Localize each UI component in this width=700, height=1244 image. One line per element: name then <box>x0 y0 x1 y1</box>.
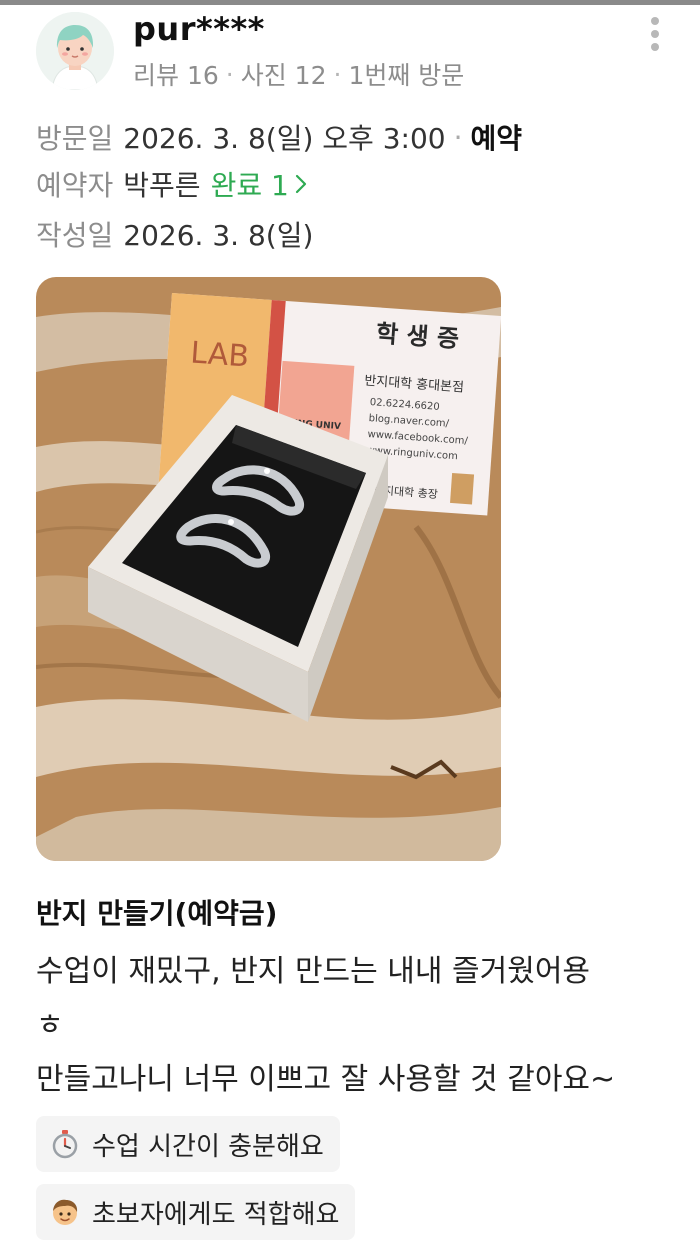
review-line: 수업이 재밌구, 반지 만드는 내내 즐거웠어용 <box>36 954 591 989</box>
visit-type: 예약 <box>470 122 523 155</box>
separator-dot: · <box>333 59 342 89</box>
review-line: ㅎ <box>36 1008 64 1043</box>
visit-date-label: 방문일 <box>36 122 114 155</box>
card-title: 학 생 증 <box>375 319 460 353</box>
tag-label: 초보자에게도 적합해요 <box>92 1199 340 1230</box>
more-dot-icon <box>651 43 659 51</box>
avatar[interactable] <box>36 12 114 90</box>
written-date-row: 작성일 2026. 3. 8(일) <box>36 214 313 254</box>
keyword-tag: 초보자에게도 적합해요 <box>36 1184 356 1240</box>
review-count: 리뷰 16 <box>133 61 219 90</box>
user-stats: 리뷰 16 · 사진 12 · 1번째 방문 <box>133 56 464 92</box>
reserver-row: 예약자 박푸른 완료 1 <box>36 164 307 204</box>
boy-face-icon <box>53 1199 78 1225</box>
reserver-name: 박푸른 <box>123 169 201 202</box>
avatar-character-icon <box>36 12 114 90</box>
written-date-value: 2026. 3. 8(일) <box>123 219 314 252</box>
reservation-status-link[interactable]: 완료 1 <box>211 164 307 204</box>
reservation-status-text: 완료 1 <box>210 169 289 202</box>
review-body: 수업이 재밌구, 반지 만드는 내내 즐거웠어용 ㅎ 만들고나니 너무 이쁘고 … <box>36 945 676 1107</box>
reserver-label: 예약자 <box>36 169 114 202</box>
username[interactable]: pur**** <box>133 10 265 48</box>
chevron-right-icon <box>295 174 306 194</box>
top-divider <box>0 0 700 5</box>
ring-box-photo: LAB 학 생 증 RING UNIV 반지대학 홍대본점 02.6224.66… <box>36 277 501 861</box>
separator-dot: · <box>225 59 234 89</box>
review-title: 반지 만들기(예약금) <box>36 897 278 930</box>
more-dot-icon <box>651 17 659 25</box>
tag-label: 수업 시간이 충분해요 <box>92 1131 324 1162</box>
written-date-label: 작성일 <box>36 219 114 252</box>
visit-date-value: 2026. 3. 8(일) 오후 3:00 <box>123 122 446 155</box>
more-options-button[interactable] <box>640 14 670 54</box>
keyword-tag: 수업 시간이 충분해요 <box>36 1116 340 1172</box>
stopwatch-icon <box>52 1130 78 1159</box>
separator-dot: · <box>453 120 463 154</box>
photo-count: 사진 12 <box>240 61 327 90</box>
review-line: 만들고나니 너무 이쁘고 잘 사용할 것 같아요~ <box>36 1062 616 1097</box>
card-logo: LAB <box>189 335 250 374</box>
more-dot-icon <box>651 30 659 38</box>
visit-count: 1번째 방문 <box>348 61 465 90</box>
review-photo[interactable]: LAB 학 생 증 RING UNIV 반지대학 홍대본점 02.6224.66… <box>36 277 501 861</box>
visit-date-row: 방문일 2026. 3. 8(일) 오후 3:00 · 예약 <box>36 117 522 157</box>
